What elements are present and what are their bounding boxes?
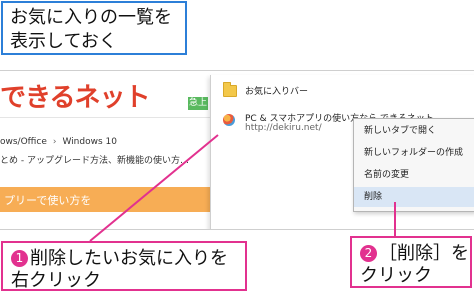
callout-step1-text: 1 削除したいお気に入りを 右クリック bbox=[11, 248, 228, 292]
callout-step1: 1 削除したいお気に入りを 右クリック bbox=[1, 241, 247, 291]
callout-step2: 2 ［削除］を クリック bbox=[350, 236, 472, 288]
step1-number-badge: 1 bbox=[11, 250, 28, 267]
callout-step1-line1: 1 削除したいお気に入りを bbox=[11, 248, 228, 270]
callout-step2-line1: 2 ［削除］を bbox=[360, 243, 469, 265]
callout-step1-line1-text: 削除したいお気に入りを bbox=[30, 248, 228, 269]
callout-step2-line2: クリック bbox=[360, 265, 432, 286]
callout-step2-text: 2 ［削除］を クリック bbox=[360, 243, 469, 287]
callout1-leader-line bbox=[89, 134, 219, 242]
callout-step1-line2: 右クリック bbox=[11, 270, 101, 291]
step2-number-badge: 2 bbox=[360, 245, 377, 262]
callout-step2-line1-text: ［削除］を bbox=[379, 243, 469, 264]
